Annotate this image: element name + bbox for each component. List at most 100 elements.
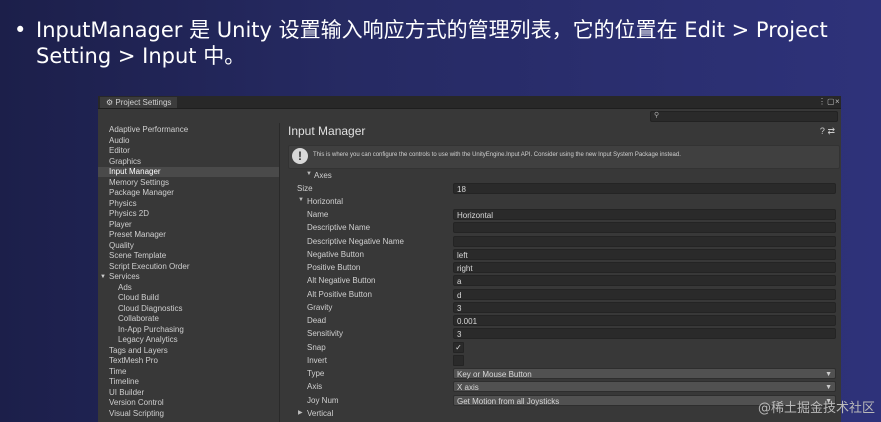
sidebar-item[interactable]: Input Manager [98, 167, 279, 177]
sidebar-item[interactable]: Player [109, 220, 132, 230]
close-icon[interactable]: × [835, 97, 840, 106]
property-row: Gravity 3 [280, 301, 841, 315]
property-row: Alt Positive Button d [280, 288, 841, 302]
horizontal-foldout[interactable]: ▼ Horizontal [280, 196, 841, 209]
window-titlebar: ⚙ Project Settings ⋮ ▢ × [98, 96, 841, 109]
property-value: left [457, 250, 468, 260]
property-checkbox[interactable] [453, 354, 464, 366]
info-text: This is where you can configure the cont… [313, 152, 681, 158]
horizontal-label: Horizontal [307, 197, 344, 206]
size-field[interactable]: 18 [453, 183, 836, 194]
property-row: Snap ✓ [280, 341, 841, 355]
property-label: Dead [307, 316, 327, 325]
property-label: Axis [307, 382, 323, 392]
property-value: a [457, 277, 462, 287]
sidebar-item[interactable]: Cloud Diagnostics [118, 304, 182, 314]
settings-main: Input Manager ? ⇄ ! This is where you ca… [280, 123, 841, 422]
property-row: Negative Button left [280, 248, 841, 262]
search-row: ⚲ [98, 109, 841, 123]
sidebar-item[interactable]: Scene Template [109, 251, 166, 261]
property-value: Get Motion from all Joysticks [457, 396, 560, 406]
help-icon[interactable]: ? [820, 126, 825, 136]
property-label: Alt Negative Button [307, 276, 376, 286]
preset-settings-icon[interactable]: ⇄ [827, 126, 835, 136]
sidebar-item[interactable]: Package Manager [109, 188, 174, 198]
sidebar-item[interactable]: Tags and Layers [109, 346, 168, 356]
property-checkbox[interactable]: ✓ [453, 341, 464, 353]
axes-expand-icon[interactable]: ▼ [306, 171, 312, 177]
property-dropdown[interactable]: X axis ▼ [453, 381, 836, 393]
property-row: Dead 0.001 [280, 315, 841, 328]
sidebar-item[interactable]: Audio [109, 136, 129, 146]
property-value: Key or Mouse Button [457, 370, 532, 379]
warning-icon: ! [292, 148, 308, 164]
property-label: Joy Num [307, 395, 339, 405]
property-value: d [457, 290, 462, 300]
property-row: Type Key or Mouse Button ▼ [280, 368, 841, 381]
property-label: Positive Button [307, 263, 361, 272]
property-label: Name [307, 210, 329, 219]
sidebar-item[interactable]: Cloud Build [118, 293, 159, 303]
sidebar-item[interactable]: Graphics [109, 157, 141, 167]
sidebar-item[interactable]: Memory Settings [109, 178, 169, 188]
property-field[interactable]: 0.001 [453, 315, 836, 326]
sidebar-item[interactable]: Time [109, 367, 126, 377]
project-settings-window: ⚙ Project Settings ⋮ ▢ × ⚲ Adaptive Perf… [98, 96, 841, 422]
property-label: Type [307, 369, 325, 378]
property-field[interactable] [453, 235, 836, 247]
property-label: Gravity [307, 302, 333, 312]
property-value: right [457, 264, 473, 273]
sidebar-item[interactable]: Physics [109, 199, 137, 209]
sidebar-item[interactable]: Timeline [109, 377, 139, 387]
settings-sidebar: Adaptive Performance Audio Editor Graphics I… [98, 123, 280, 422]
sidebar-item[interactable]: UI Builder [109, 388, 144, 398]
sidebar-item[interactable]: Visual Scripting [109, 409, 164, 419]
property-label: Descriptive Name [307, 223, 371, 233]
services-expand-icon[interactable]: ▼ [100, 272, 106, 282]
property-label: Alt Positive Button [307, 289, 372, 299]
watermark: @稀土掘金技术社区 [757, 401, 875, 416]
window-title: Project Settings [115, 98, 172, 107]
sidebar-item[interactable]: Collaborate [118, 314, 159, 324]
sidebar-item[interactable]: Quality [109, 241, 134, 251]
property-label: Descriptive Negative Name [307, 236, 404, 246]
vertical-label: Vertical [307, 409, 334, 418]
axes-foldout[interactable]: ▼ Axes [280, 170, 841, 183]
property-field[interactable] [453, 222, 836, 234]
sidebar-item[interactable]: Preset Manager [109, 230, 166, 240]
property-row: Name Horizontal [280, 209, 841, 222]
vertical-foldout[interactable]: ▶ Vertical [280, 408, 841, 421]
property-field[interactable]: Horizontal [453, 209, 836, 220]
sidebar-item[interactable]: Physics 2D [109, 209, 149, 219]
more-menu-icon[interactable]: ⋮ [818, 97, 826, 106]
property-field[interactable]: right [453, 262, 836, 273]
property-field[interactable]: 3 [453, 301, 836, 313]
property-label: Invert [307, 355, 328, 365]
sidebar-item[interactable]: Legacy Analytics [118, 335, 178, 345]
window-tab[interactable]: ⚙ Project Settings [100, 97, 178, 108]
search-input[interactable]: ⚲ [650, 111, 838, 122]
horizontal-expand-icon[interactable]: ▼ [298, 197, 304, 203]
sidebar-item[interactable]: Ads [118, 283, 132, 293]
slide-text: InputManager 是 Unity 设置输入响应方式的管理列表，它的位置在… [36, 18, 828, 68]
property-value: 3 [457, 330, 462, 340]
property-label: Snap [307, 342, 326, 352]
vertical-expand-icon[interactable]: ▶ [298, 409, 303, 416]
property-field[interactable]: left [453, 248, 836, 260]
dropdown-arrow-icon: ▼ [825, 371, 832, 378]
sidebar-item[interactable]: In-App Purchasing [118, 325, 184, 335]
sidebar-item[interactable]: Script Execution Order [109, 262, 189, 272]
property-field[interactable]: 3 [453, 328, 836, 340]
sidebar-item[interactable]: Services [109, 272, 140, 282]
sidebar-item[interactable]: Editor [109, 146, 130, 156]
sidebar-item[interactable]: Version Control [109, 398, 164, 408]
property-dropdown[interactable]: Key or Mouse Button ▼ [453, 368, 836, 379]
property-row: Alt Negative Button a [280, 275, 841, 288]
property-field[interactable]: d [453, 288, 836, 300]
maximize-icon[interactable]: ▢ [827, 97, 835, 106]
property-value: Horizontal [457, 211, 494, 220]
sidebar-item[interactable]: Adaptive Performance [109, 125, 188, 135]
sidebar-item[interactable]: TextMesh Pro [109, 356, 158, 366]
size-row: Size 18 [280, 183, 841, 196]
property-field[interactable]: a [453, 275, 836, 287]
